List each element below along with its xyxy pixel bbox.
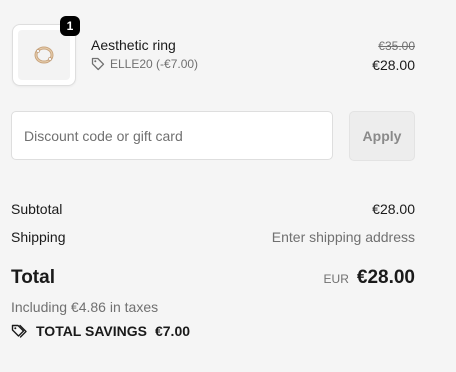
total-currency: EUR	[323, 272, 349, 286]
tags-icon	[11, 324, 27, 338]
taxes-note: Including €4.86 in taxes	[11, 299, 159, 315]
subtotal-label: Subtotal	[11, 201, 63, 217]
total-label: Total	[11, 267, 55, 288]
total-savings: TOTAL SAVINGS €7.00	[11, 323, 190, 339]
product-name: Aesthetic ring	[91, 37, 176, 53]
total-amount: €28.00	[356, 267, 415, 288]
discount-code-text: ELLE20 (-€7.00)	[110, 57, 199, 71]
subtotal-value: €28.00	[372, 201, 415, 217]
shipping-label: Shipping	[11, 229, 66, 245]
quantity-badge: 1	[60, 16, 80, 36]
shipping-value: Enter shipping address	[271, 229, 415, 245]
current-price: €28.00	[372, 57, 415, 73]
savings-label: TOTAL SAVINGS	[36, 323, 147, 339]
apply-button[interactable]: Apply	[349, 111, 415, 161]
total-price: EUR €28.00	[324, 267, 415, 289]
ring-image	[34, 46, 54, 64]
applied-discount: ELLE20 (-€7.00)	[91, 57, 198, 71]
savings-amount: €7.00	[154, 323, 191, 339]
original-price: €35.00	[378, 39, 415, 53]
discount-code-input[interactable]	[11, 111, 333, 160]
tag-icon	[91, 57, 105, 71]
